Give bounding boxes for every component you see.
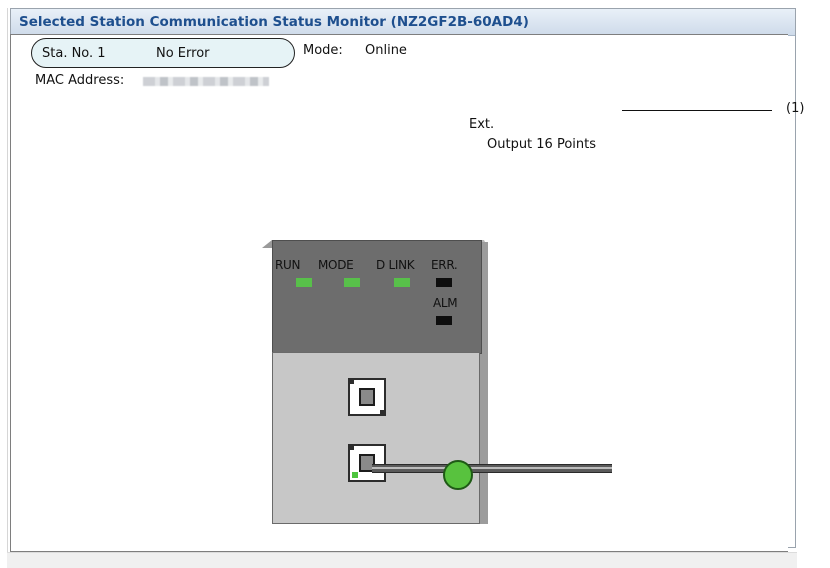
mac-address-value-redacted <box>143 77 269 86</box>
ethernet-port-1 <box>348 378 386 416</box>
window-title: Selected Station Communication Status Mo… <box>19 14 529 30</box>
network-cable <box>372 464 612 473</box>
window-bottom-strip <box>7 552 797 568</box>
ext-output-points: Output 16 Points <box>487 137 597 152</box>
station-status-box: Sta. No. 1 No Error <box>31 38 295 68</box>
mac-address-label: MAC Address: <box>35 73 125 88</box>
port-1-pin-left <box>349 379 354 384</box>
mode-value: Online <box>365 43 407 58</box>
led-run-label: RUN <box>275 258 301 272</box>
led-alm-label: ALM <box>433 296 458 310</box>
callout-leader-line <box>622 110 772 111</box>
callout-marker: (1) <box>786 101 805 116</box>
led-err-label: ERR. <box>431 258 458 272</box>
network-cable-core <box>372 467 612 469</box>
mode-label: Mode: <box>303 43 343 58</box>
ethernet-port-2 <box>348 444 386 482</box>
led-alm-indicator <box>436 316 452 325</box>
station-error-status: No Error <box>156 46 210 61</box>
led-run-indicator <box>296 278 312 287</box>
led-err-indicator <box>436 278 452 287</box>
ext-label: Ext. <box>469 117 495 132</box>
led-mode-indicator <box>344 278 360 287</box>
port-2-link-indicator <box>352 472 358 478</box>
title-bar: Selected Station Communication Status Mo… <box>11 9 795 36</box>
led-dlink-indicator <box>394 278 410 287</box>
port-2-pin-left <box>349 445 354 450</box>
port-1-socket <box>359 388 375 406</box>
window-left-border <box>7 8 8 567</box>
connection-status-indicator <box>443 460 473 490</box>
station-number: Sta. No. 1 <box>42 46 106 61</box>
port-1-pin-right <box>380 410 385 415</box>
led-mode-label: MODE <box>318 258 354 272</box>
led-dlink-label: D LINK <box>376 258 415 272</box>
